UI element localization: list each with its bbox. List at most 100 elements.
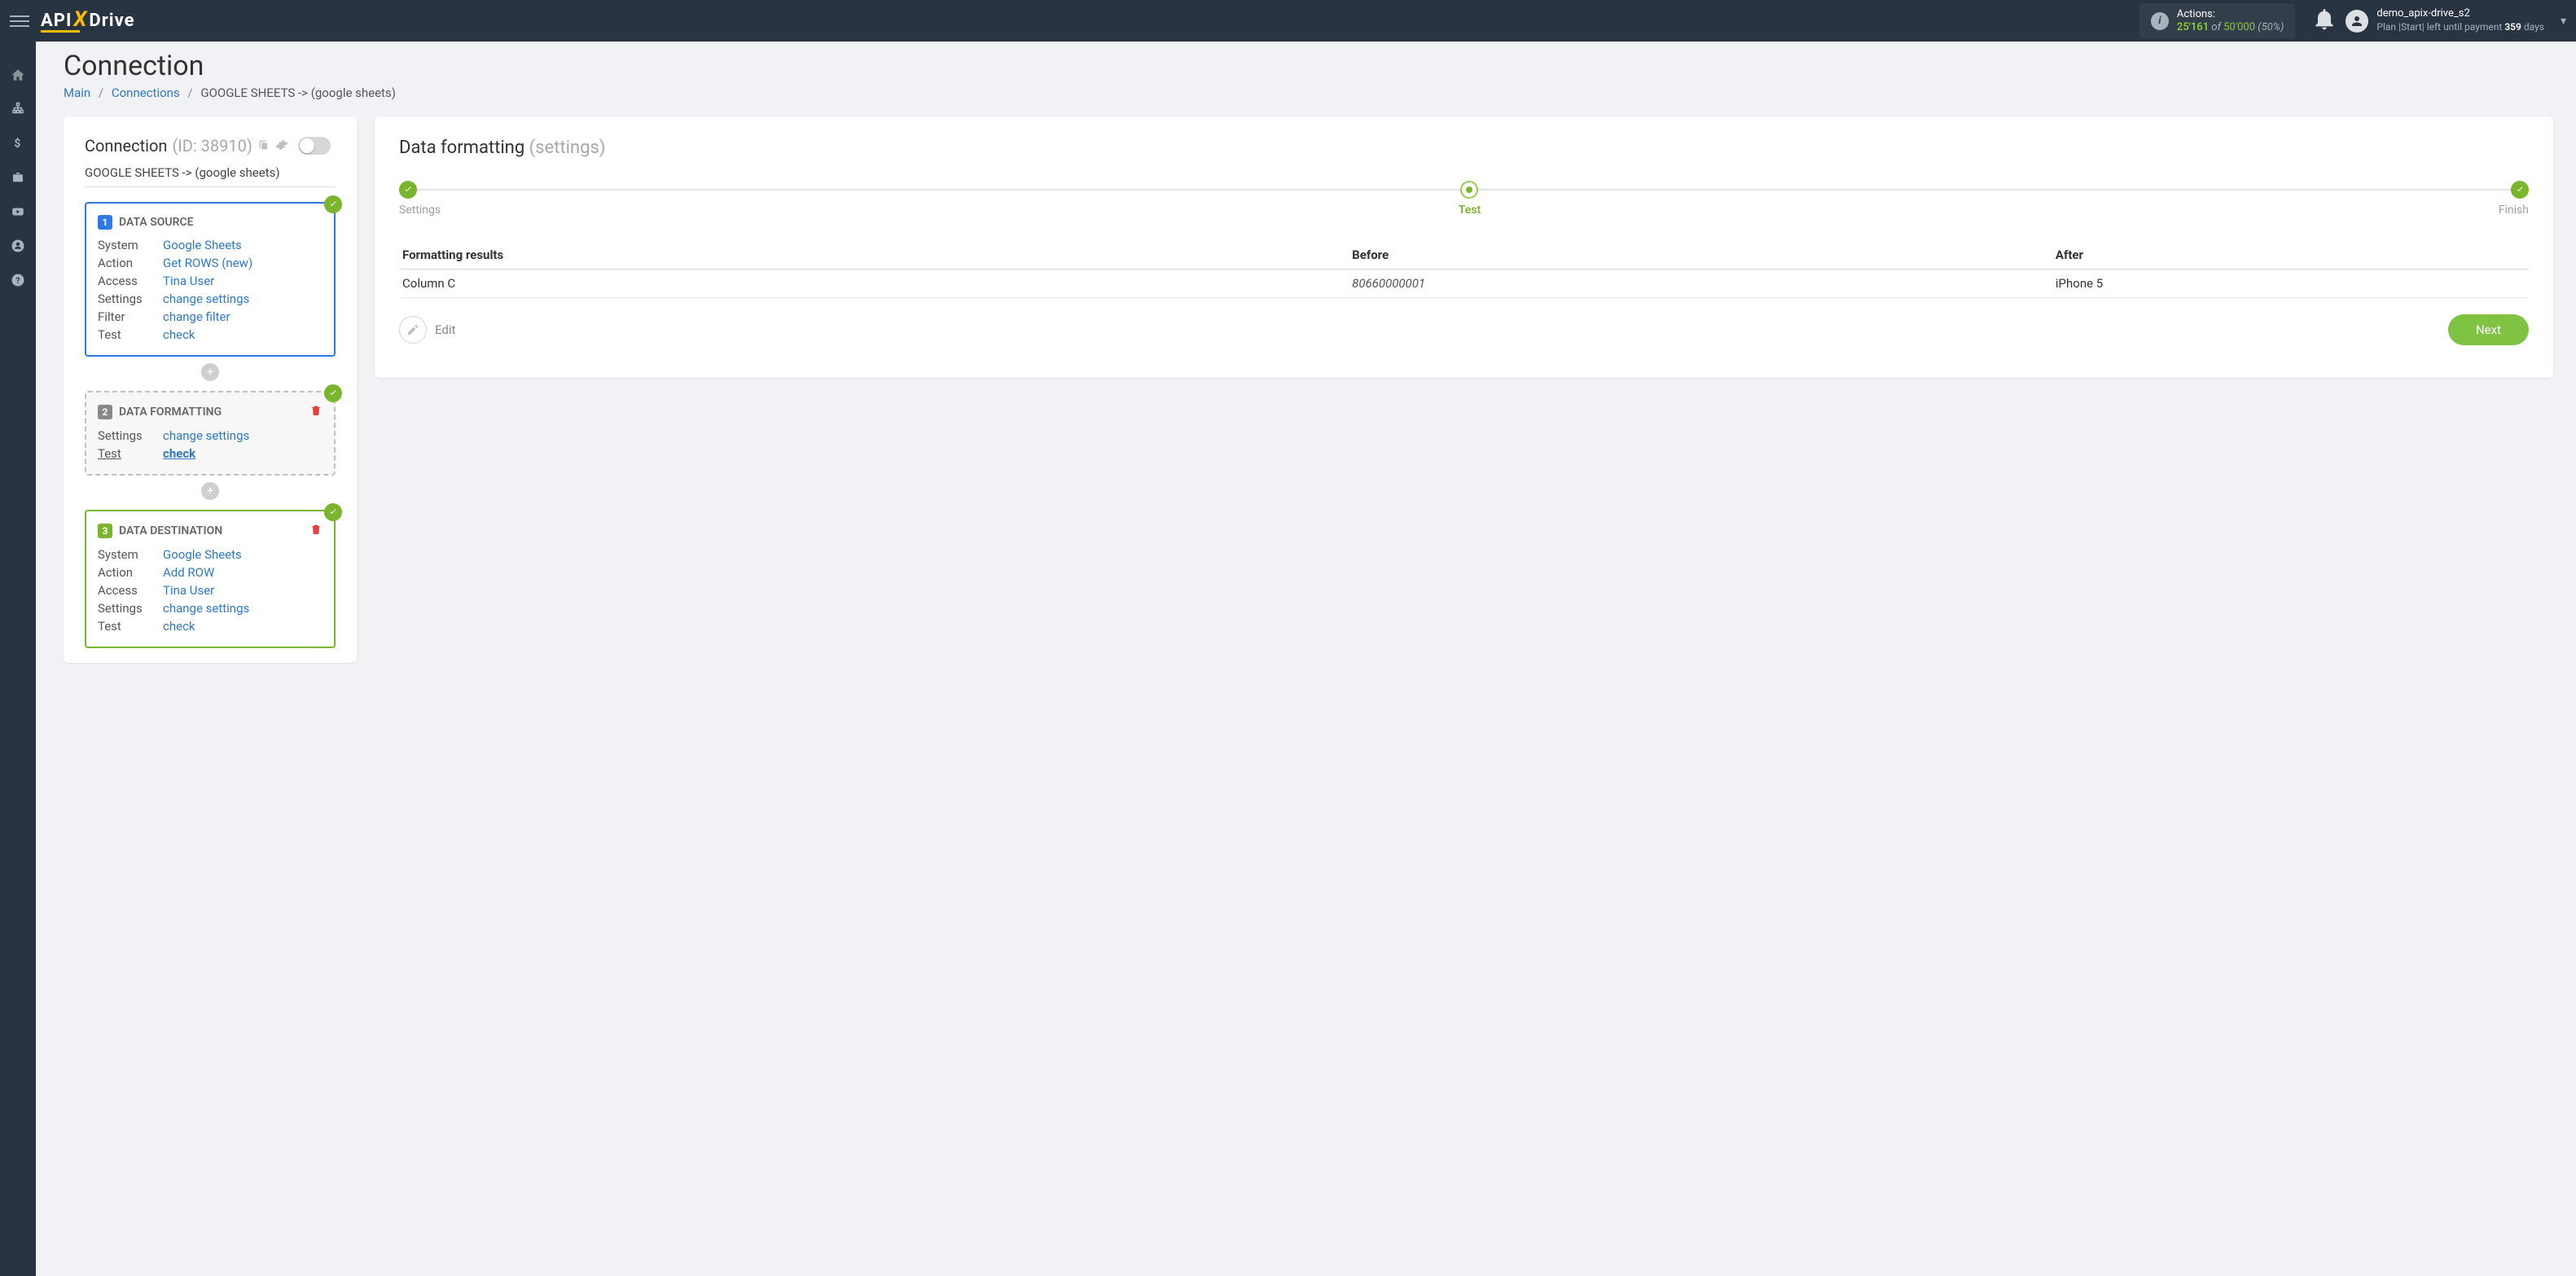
main-title: Data formatting	[399, 138, 529, 158]
col-after: After	[2052, 241, 2529, 270]
nav-connections-icon[interactable]	[0, 92, 36, 126]
cell-before: 80660000001	[1349, 270, 2052, 298]
plan-suffix: days	[2521, 21, 2544, 33]
user-block[interactable]: demo_apix-drive_s2 Plan |Start| left unt…	[2376, 7, 2544, 33]
chevron-down-icon[interactable]: ▾	[2561, 15, 2566, 28]
actions-of: of	[2211, 21, 2221, 33]
nav-billing-icon[interactable]: $	[0, 126, 36, 160]
notifications-icon[interactable]	[2311, 6, 2337, 36]
step-finish[interactable]: Finish	[2499, 181, 2529, 217]
label-settings: Settings	[98, 428, 163, 443]
formatting-settings[interactable]: change settings	[163, 428, 249, 443]
source-access[interactable]: Tina User	[163, 274, 214, 288]
cell-name: Column C	[399, 270, 1349, 298]
logo-x-icon: X	[73, 7, 87, 32]
formatting-rows: Settingschange settings Testcheck	[98, 428, 323, 461]
cell-after: iPhone 5	[2052, 270, 2529, 298]
actions-limit: 50'000	[2223, 21, 2255, 33]
next-button[interactable]: Next	[2448, 314, 2529, 345]
check-icon	[324, 503, 342, 521]
actions-pct: (50%)	[2258, 21, 2284, 33]
dest-settings[interactable]: change settings	[163, 601, 249, 616]
svg-text:$: $	[15, 138, 21, 151]
label-access: Access	[98, 274, 163, 288]
crumb-sep: /	[99, 86, 103, 100]
dest-access[interactable]: Tina User	[163, 583, 214, 598]
label-test: Test	[98, 619, 163, 634]
page-title: Connection	[64, 50, 2576, 82]
data-source-block: 1DATA SOURCE SystemGoogle Sheets ActionG…	[85, 202, 336, 357]
step-test[interactable]: Test	[1459, 181, 1481, 217]
source-test[interactable]: check	[163, 327, 195, 342]
source-filter[interactable]: change filter	[163, 309, 230, 324]
check-icon	[324, 195, 342, 213]
nav-video-icon[interactable]	[0, 195, 36, 229]
info-icon: i	[2151, 12, 2169, 30]
gear-icon[interactable]	[275, 136, 288, 156]
formatting-title: DATA FORMATTING	[119, 406, 222, 419]
step-number: 3	[98, 524, 112, 538]
nav-help-icon[interactable]: ?	[0, 263, 36, 297]
crumb-connections[interactable]: Connections	[112, 86, 180, 100]
connection-heading: Connection (ID: 38910)	[85, 136, 336, 156]
add-step-button[interactable]: +	[201, 482, 219, 500]
actions-label: Actions:	[2177, 8, 2284, 21]
formatting-header: 2DATA FORMATTING	[98, 404, 323, 420]
hamburger-menu[interactable]	[10, 15, 29, 27]
actions-counter[interactable]: i Actions: 25'161 of 50'000 (50%)	[2139, 3, 2296, 38]
dest-action[interactable]: Add ROW	[163, 565, 214, 580]
source-rows: SystemGoogle Sheets ActionGet ROWS (new)…	[98, 238, 323, 342]
enable-toggle[interactable]	[298, 137, 331, 155]
label-action: Action	[98, 565, 163, 580]
source-action[interactable]: Get ROWS (new)	[163, 256, 252, 270]
source-system[interactable]: Google Sheets	[163, 238, 242, 252]
label-system: System	[98, 238, 163, 252]
formatting-test[interactable]: check	[163, 446, 195, 461]
destination-title: DATA DESTINATION	[119, 524, 222, 537]
crumb-current: GOOGLE SHEETS -> (google sheets)	[200, 86, 396, 100]
label-test: Test	[98, 446, 163, 461]
logo[interactable]: API X Drive	[41, 9, 134, 33]
step-label: Settings	[399, 204, 441, 217]
dest-system[interactable]: Google Sheets	[163, 547, 242, 562]
svg-text:?: ?	[15, 275, 20, 286]
main-heading: Data formatting (settings)	[399, 138, 2529, 158]
nav-account-icon[interactable]	[0, 229, 36, 263]
nav-briefcase-icon[interactable]	[0, 160, 36, 195]
connection-name[interactable]: GOOGLE SHEETS -> (google sheets)	[85, 165, 336, 187]
nav-home-icon[interactable]	[0, 58, 36, 92]
label-settings: Settings	[98, 292, 163, 306]
connection-id: (ID: 38910)	[172, 136, 252, 156]
topbar: API X Drive i Actions: 25'161 of 50'000 …	[0, 0, 2576, 42]
trash-icon[interactable]	[309, 404, 323, 420]
step-settings[interactable]: Settings	[399, 181, 441, 217]
crumb-sep: /	[187, 86, 192, 100]
copy-icon[interactable]	[257, 136, 270, 156]
plan-line: Plan |Start| left until payment 359 days	[2376, 21, 2544, 34]
label-test: Test	[98, 327, 163, 342]
logo-api: API	[41, 11, 72, 31]
dest-test[interactable]: check	[163, 619, 195, 634]
main-subtitle: (settings)	[529, 138, 606, 158]
logo-drive: Drive	[89, 11, 134, 31]
main-panel: Data formatting (settings) Settings Test	[375, 116, 2553, 378]
data-formatting-block: 2DATA FORMATTING Settingschange settings…	[85, 391, 336, 476]
breadcrumb: Main / Connections / GOOGLE SHEETS -> (g…	[64, 86, 2576, 100]
user-avatar-icon[interactable]	[2346, 10, 2368, 33]
crumb-main[interactable]: Main	[64, 86, 90, 100]
step-label: Test	[1459, 204, 1481, 217]
trash-icon[interactable]	[309, 523, 323, 539]
plan-prefix: Plan |Start| left until payment	[2376, 21, 2504, 33]
username: demo_apix-drive_s2	[2376, 7, 2544, 21]
edit-button[interactable]: Edit	[399, 316, 455, 344]
source-title: DATA SOURCE	[119, 216, 194, 229]
progress-stepper: Settings Test Finish	[399, 181, 2529, 217]
pencil-icon	[399, 316, 427, 344]
label-settings: Settings	[98, 601, 163, 616]
logo-underline	[41, 30, 80, 33]
step-label: Finish	[2499, 204, 2529, 217]
connection-title: Connection	[85, 136, 167, 156]
add-step-button[interactable]: +	[201, 363, 219, 381]
source-settings[interactable]: change settings	[163, 292, 249, 306]
actions-text: Actions: 25'161 of 50'000 (50%)	[2177, 8, 2284, 33]
